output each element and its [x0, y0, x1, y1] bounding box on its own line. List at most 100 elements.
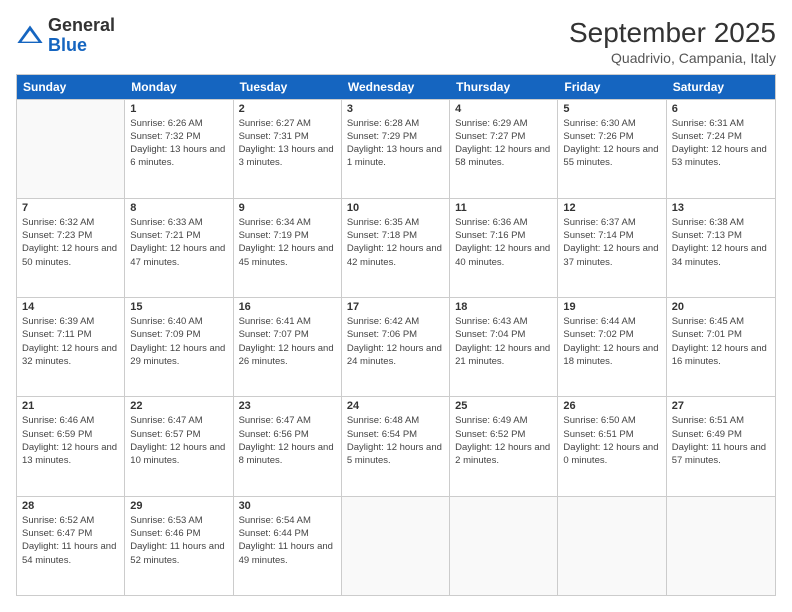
- week-3: 14 Sunrise: 6:39 AMSunset: 7:11 PMDayligh…: [17, 297, 775, 396]
- sunset-label: Sunset: 6:54 PM: [347, 429, 417, 440]
- day-number: 21: [22, 400, 119, 412]
- sunset-label: Sunset: 7:09 PM: [130, 329, 200, 340]
- sunset-label: Sunset: 7:04 PM: [455, 329, 525, 340]
- cell-1-4: 3Sunrise: 6:28 AMSunset: 7:29 PMDaylight…: [342, 100, 450, 198]
- sunset-label: Sunset: 7:16 PM: [455, 230, 525, 241]
- daylight-label: Daylight: 13 hours and 3 minutes.: [239, 144, 334, 168]
- day-number: 2: [239, 103, 336, 115]
- dow-thursday: Thursday: [450, 75, 558, 99]
- day-info: Sunrise: 6:53 AMSunset: 6:46 PMDaylight:…: [130, 514, 227, 567]
- sunrise-label: Sunrise: 6:31 AM: [672, 118, 744, 129]
- day-info: Sunrise: 6:35 AM Sunset: 7:18 PM Daylight:…: [347, 216, 444, 269]
- day-info: Sunrise: 6:27 AM Sunset: 7:31 PM Daylight:…: [239, 117, 336, 170]
- sunrise-label: Sunrise: 6:53 AM: [130, 515, 202, 526]
- sunrise-label: Sunrise: 6:44 AM: [563, 316, 635, 327]
- daylight-label: Daylight: 12 hours and 42 minutes.: [347, 243, 442, 267]
- day-info: Sunrise: 6:34 AMSunset: 7:19 PMDaylight:…: [239, 216, 336, 269]
- cell-4-3: 23Sunrise: 6:47 AMSunset: 6:56 PMDayligh…: [234, 397, 342, 495]
- day-number: 27: [672, 400, 770, 412]
- dow-monday: Monday: [125, 75, 233, 99]
- sunset-label: Sunset: 7:31 PM: [239, 131, 309, 142]
- sunrise-label: Sunrise: 6:35 AM: [347, 217, 419, 228]
- sunset-label: Sunset: 7:26 PM: [563, 131, 633, 142]
- sunrise-label: Sunrise: 6:26 AM: [130, 118, 202, 129]
- sunset-label: Sunset: 6:56 PM: [239, 429, 309, 440]
- cell-5-2: 29Sunrise: 6:53 AMSunset: 6:46 PMDayligh…: [125, 497, 233, 595]
- day-info: Sunrise: 6:32 AMSunset: 7:23 PMDaylight:…: [22, 216, 119, 269]
- sunrise-label: Sunrise: 6:42 AM: [347, 316, 419, 327]
- sunrise-label: Sunrise: 6:41 AM: [239, 316, 311, 327]
- sunrise-label: Sunrise: 6:51 AM: [672, 415, 744, 426]
- day-number: 28: [22, 500, 119, 512]
- cell-5-7: [667, 497, 775, 595]
- logo-blue: Blue: [48, 35, 87, 55]
- day-info: Sunrise: 6:36 AMSunset: 7:16 PMDaylight:…: [455, 216, 552, 269]
- day-number: 5: [563, 103, 660, 115]
- day-info: Sunrise: 6:45 AMSunset: 7:01 PMDaylight:…: [672, 315, 770, 368]
- cell-3-5: 18Sunrise: 6:43 AMSunset: 7:04 PMDayligh…: [450, 298, 558, 396]
- daylight-label: Daylight: 12 hours and 47 minutes.: [130, 243, 225, 267]
- day-number: 11: [455, 202, 552, 214]
- sunset-label: Sunset: 7:18 PM: [347, 230, 417, 241]
- dow-saturday: Saturday: [667, 75, 775, 99]
- cell-1-7: 6Sunrise: 6:31 AMSunset: 7:24 PMDaylight…: [667, 100, 775, 198]
- cell-5-3: 30Sunrise: 6:54 AMSunset: 6:44 PMDayligh…: [234, 497, 342, 595]
- location-title: Quadrivio, Campania, Italy: [569, 50, 776, 66]
- sunrise-label: Sunrise: 6:40 AM: [130, 316, 202, 327]
- cell-4-5: 25Sunrise: 6:49 AMSunset: 6:52 PMDayligh…: [450, 397, 558, 495]
- cell-2-2: 8Sunrise: 6:33 AMSunset: 7:21 PMDaylight…: [125, 199, 233, 297]
- week-5: 28Sunrise: 6:52 AMSunset: 6:47 PMDayligh…: [17, 496, 775, 595]
- daylight-label: Daylight: 12 hours and 2 minutes.: [455, 442, 550, 466]
- sunset-label: Sunset: 7:27 PM: [455, 131, 525, 142]
- sunrise-label: Sunrise: 6:27 AM: [239, 118, 311, 129]
- day-number: 12: [563, 202, 660, 214]
- sunrise-label: Sunrise: 6:52 AM: [22, 515, 94, 526]
- day-info: Sunrise: 6:26 AMSunset: 7:32 PMDaylight:…: [130, 117, 227, 170]
- cell-2-3: 9 Sunrise: 6:34 AMSunset: 7:19 PMDaylight…: [234, 199, 342, 297]
- day-info: Sunrise: 6:39 AMSunset: 7:11 PMDaylight:…: [22, 315, 119, 368]
- title-block: September 2025 Quadrivio, Campania, Ital…: [569, 16, 776, 66]
- day-number: 26: [563, 400, 660, 412]
- day-info: Sunrise: 6:43 AMSunset: 7:04 PMDaylight:…: [455, 315, 552, 368]
- day-number: 25: [455, 400, 552, 412]
- sunrise-label: Sunrise: 6:29 AM: [455, 118, 527, 129]
- header: General Blue September 2025 Quadrivio, C…: [16, 16, 776, 66]
- cell-1-3: 2 Sunrise: 6:27 AM Sunset: 7:31 PM Daylight…: [234, 100, 342, 198]
- cell-3-2: 15Sunrise: 6:40 AMSunset: 7:09 PMDayligh…: [125, 298, 233, 396]
- sunset-label: Sunset: 7:13 PM: [672, 230, 742, 241]
- day-number: 9: [239, 202, 336, 214]
- cell-4-7: 27Sunrise: 6:51 AMSunset: 6:49 PMDayligh…: [667, 397, 775, 495]
- daylight-label: Daylight: 12 hours and 37 minutes.: [563, 243, 658, 267]
- dow-friday: Friday: [558, 75, 666, 99]
- sunset-label: Sunset: 7:02 PM: [563, 329, 633, 340]
- sunrise-label: Sunrise: 6:28 AM: [347, 118, 419, 129]
- sunrise-label: Sunrise: 6:48 AM: [347, 415, 419, 426]
- sunrise-label: Sunrise: 6:38 AM: [672, 217, 744, 228]
- sunset-label: Sunset: 6:59 PM: [22, 429, 92, 440]
- daylight-label: Daylight: 12 hours and 18 minutes.: [563, 343, 658, 367]
- sunset-label: Sunset: 7:21 PM: [130, 230, 200, 241]
- day-number: 14: [22, 301, 119, 313]
- daylight-label: Daylight: 12 hours and 21 minutes.: [455, 343, 550, 367]
- day-info: Sunrise: 6:44 AM Sunset: 7:02 PM Daylight:…: [563, 315, 660, 368]
- day-info: Sunrise: 6:28 AMSunset: 7:29 PMDaylight:…: [347, 117, 444, 170]
- day-info: Sunrise: 6:50 AMSunset: 6:51 PMDaylight:…: [563, 414, 660, 467]
- day-number: 16: [239, 301, 336, 313]
- cell-3-3: 16Sunrise: 6:41 AMSunset: 7:07 PMDayligh…: [234, 298, 342, 396]
- day-number: 19: [563, 301, 660, 313]
- daylight-label: Daylight: 12 hours and 13 minutes.: [22, 442, 117, 466]
- day-number: 7: [22, 202, 119, 214]
- calendar: Sunday Monday Tuesday Wednesday Thursday…: [16, 74, 776, 596]
- daylight-label: Daylight: 13 hours and 1 minute.: [347, 144, 442, 168]
- calendar-body: 1Sunrise: 6:26 AMSunset: 7:32 PMDaylight…: [17, 99, 775, 595]
- logo-text: General Blue: [48, 16, 115, 56]
- sunrise-label: Sunrise: 6:49 AM: [455, 415, 527, 426]
- sunset-label: Sunset: 7:23 PM: [22, 230, 92, 241]
- sunset-label: Sunset: 7:01 PM: [672, 329, 742, 340]
- sunset-label: Sunset: 7:32 PM: [130, 131, 200, 142]
- week-4: 21Sunrise: 6:46 AMSunset: 6:59 PMDayligh…: [17, 396, 775, 495]
- sunrise-label: Sunrise: 6:47 AM: [130, 415, 202, 426]
- daylight-label: Daylight: 12 hours and 53 minutes.: [672, 144, 767, 168]
- daylight-label: Daylight: 12 hours and 8 minutes.: [239, 442, 334, 466]
- daylight-label: Daylight: 12 hours and 55 minutes.: [563, 144, 658, 168]
